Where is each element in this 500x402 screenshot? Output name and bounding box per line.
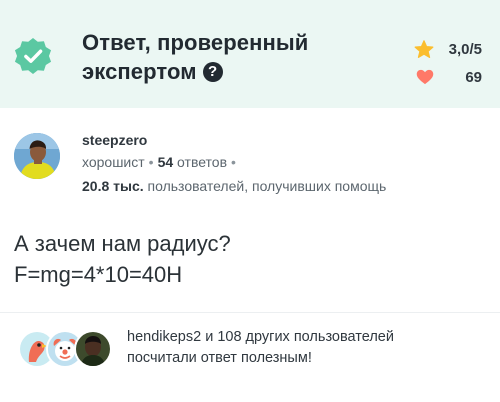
- verified-title: Ответ, проверенный экспертом ?: [82, 28, 308, 86]
- verified-title-line1: Ответ, проверенный: [82, 30, 309, 55]
- verified-title-line2: экспертом: [82, 59, 197, 84]
- author-avatar[interactable]: [14, 133, 60, 179]
- rating-row: 3,0/5: [392, 35, 482, 63]
- star-icon: [414, 39, 434, 58]
- author-helped-label: пользователей, получивших помощь: [147, 178, 387, 194]
- rating-value: 3,0/5: [448, 40, 482, 58]
- person-avatar: [74, 330, 112, 368]
- thanks-row: 69: [392, 63, 482, 91]
- thanks-avatars[interactable]: [18, 330, 118, 368]
- heart-icon: [416, 69, 434, 85]
- help-icon[interactable]: ?: [202, 61, 223, 82]
- separator-dot: •: [148, 154, 154, 170]
- thanks-text: hendikeps2 и 108 других пользователей по…: [127, 327, 394, 369]
- author-helped: 20.8 тыс. пользователей, получивших помо…: [82, 178, 386, 194]
- verified-answer-header: Ответ, проверенный экспертом ? 3,0/5 69: [0, 0, 500, 108]
- verified-badge-icon: [14, 37, 52, 75]
- answer-stats: 3,0/5 69: [392, 35, 482, 91]
- author-photo: [14, 133, 60, 179]
- thanks-count: 69: [465, 68, 482, 86]
- author-helped-count: 20.8 тыс.: [82, 178, 144, 194]
- author-meta: хорошист • 54 ответов •: [82, 154, 240, 170]
- separator-dot: •: [231, 154, 236, 170]
- author-name[interactable]: steepzero: [82, 132, 147, 148]
- thanks-line-2: посчитали ответ полезным!: [127, 350, 312, 366]
- divider: [0, 312, 500, 313]
- answer-text: А зачем нам радиус? F=mg=4*10=40Н: [14, 228, 231, 290]
- answer-line-1: А зачем нам радиус?: [14, 231, 231, 256]
- author-answers-label: ответов: [177, 154, 228, 170]
- author-rank: хорошист: [82, 154, 145, 170]
- author-answers-count: 54: [157, 154, 174, 170]
- answer-line-2: F=mg=4*10=40Н: [14, 262, 183, 287]
- thanks-line-1: hendikeps2 и 108 других пользователей: [127, 329, 394, 345]
